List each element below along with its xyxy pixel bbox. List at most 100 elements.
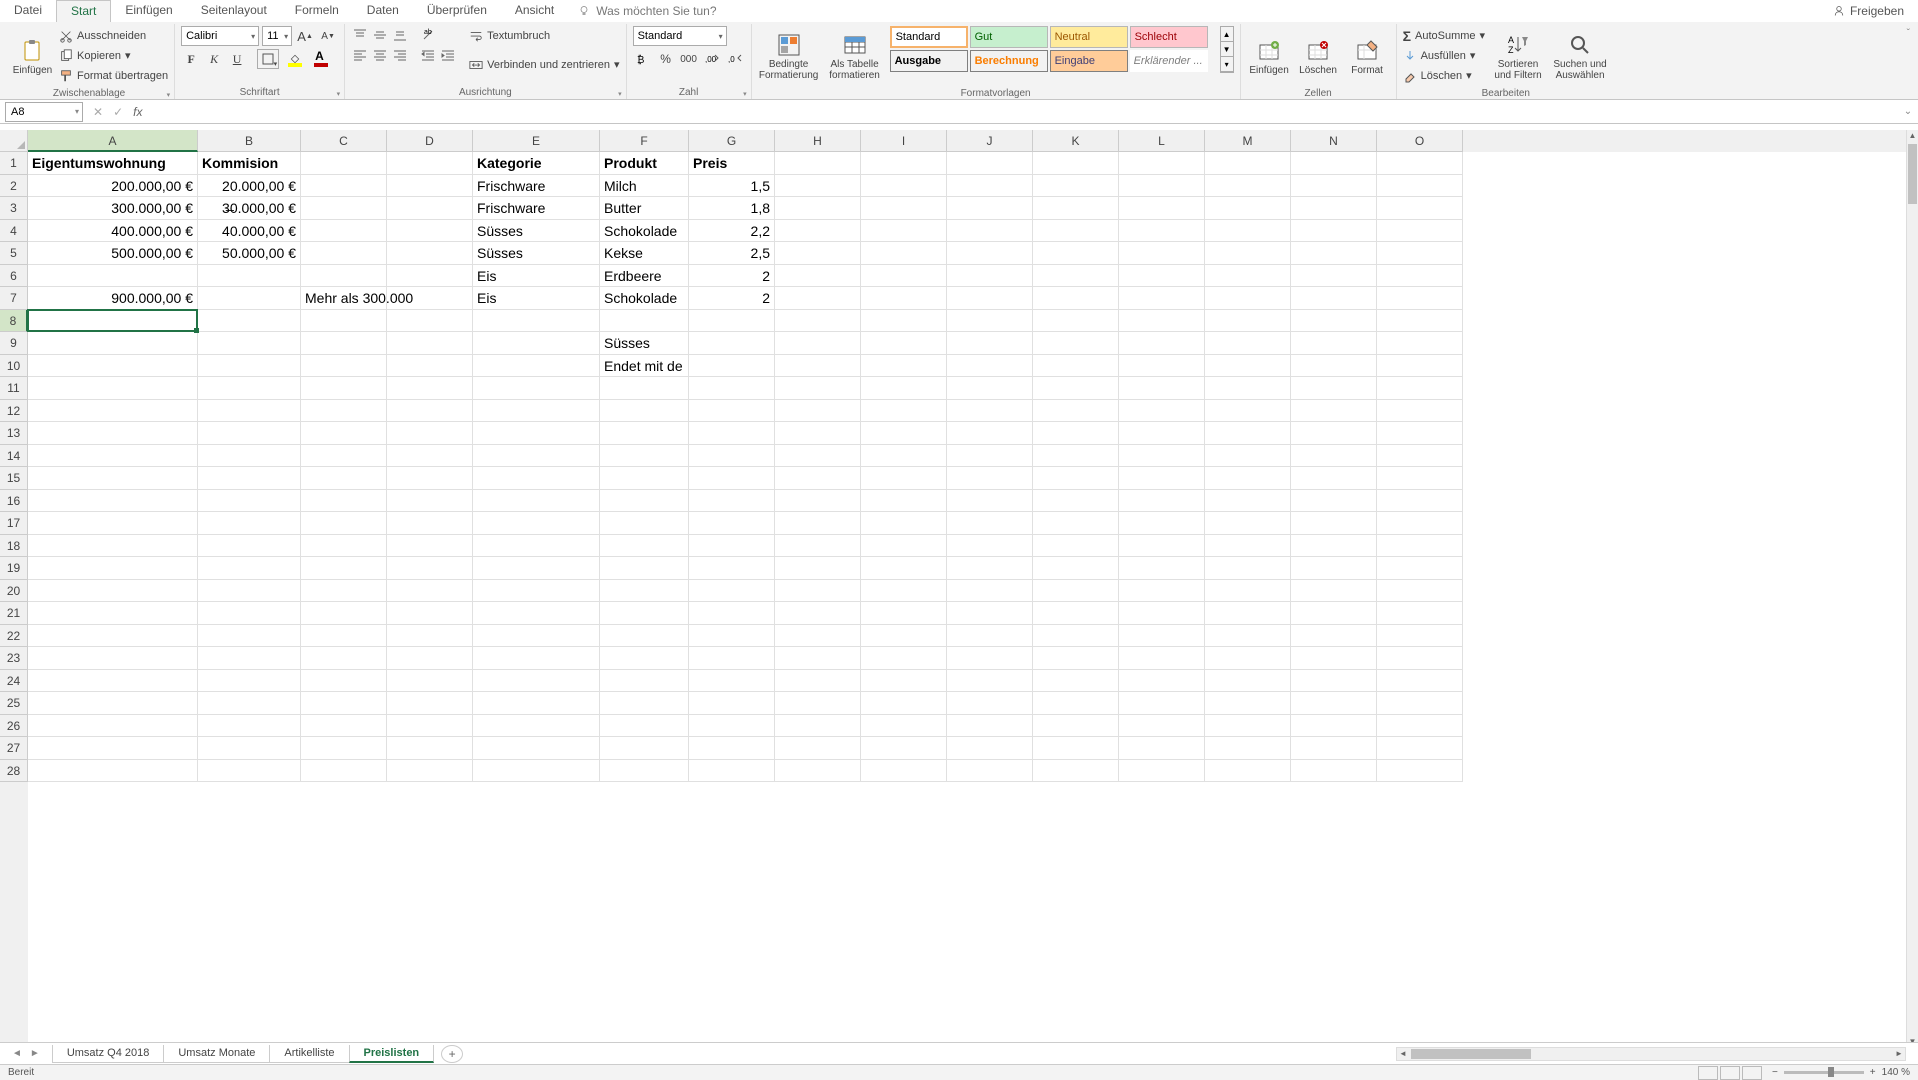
cell-D2[interactable] [387,175,473,198]
cell-M14[interactable] [1205,445,1291,468]
cell-D17[interactable] [387,512,473,535]
cell-G12[interactable] [689,400,775,423]
cell-J4[interactable] [947,220,1033,243]
cell-E13[interactable] [473,422,600,445]
cell-E21[interactable] [473,602,600,625]
col-header-C[interactable]: C [301,130,387,152]
cell-K16[interactable] [1033,490,1119,513]
cell-C1[interactable] [301,152,387,175]
row-header-14[interactable]: 14 [0,445,28,468]
cell-L27[interactable] [1119,737,1205,760]
cell-D4[interactable] [387,220,473,243]
bold-button[interactable]: F [181,49,201,69]
cell-A8[interactable] [28,310,198,333]
cell-D25[interactable] [387,692,473,715]
cell-I6[interactable] [861,265,947,288]
cell-L25[interactable] [1119,692,1205,715]
cell-L19[interactable] [1119,557,1205,580]
cell-O17[interactable] [1377,512,1463,535]
cell-I18[interactable] [861,535,947,558]
sheet-tab-artikelliste[interactable]: Artikelliste [269,1045,349,1063]
cell-O21[interactable] [1377,602,1463,625]
style-gallery-spinner[interactable]: ▲▼▾ [1220,26,1234,73]
col-header-M[interactable]: M [1205,130,1291,152]
cell-H10[interactable] [775,355,861,378]
cell-H21[interactable] [775,602,861,625]
cell-N8[interactable] [1291,310,1377,333]
cell-A13[interactable] [28,422,198,445]
cell-D24[interactable] [387,670,473,693]
decrease-indent-button[interactable] [419,46,437,64]
cell-A6[interactable] [28,265,198,288]
cell-K22[interactable] [1033,625,1119,648]
cell-B5[interactable]: 50.000,00 € [198,242,301,265]
cell-N7[interactable] [1291,287,1377,310]
cell-L1[interactable] [1119,152,1205,175]
cell-G7[interactable]: 2 [689,287,775,310]
cell-I15[interactable] [861,467,947,490]
cell-O2[interactable] [1377,175,1463,198]
tell-me-search[interactable]: Was möchten Sie tun? [568,0,726,22]
cell-G4[interactable]: 2,2 [689,220,775,243]
cell-K12[interactable] [1033,400,1119,423]
cell-D14[interactable] [387,445,473,468]
cell-F1[interactable]: Produkt [600,152,689,175]
cell-H25[interactable] [775,692,861,715]
col-header-I[interactable]: I [861,130,947,152]
cell-C20[interactable] [301,580,387,603]
paste-button[interactable]: Einfügen [10,26,55,88]
cell-L6[interactable] [1119,265,1205,288]
cell-I4[interactable] [861,220,947,243]
cell-K5[interactable] [1033,242,1119,265]
cell-B4[interactable]: 40.000,00 € [198,220,301,243]
row-header-4[interactable]: 4 [0,220,28,243]
row-header-18[interactable]: 18 [0,535,28,558]
cell-B17[interactable] [198,512,301,535]
cell-G19[interactable] [689,557,775,580]
cell-N5[interactable] [1291,242,1377,265]
cell-J15[interactable] [947,467,1033,490]
cell-J6[interactable] [947,265,1033,288]
cell-J11[interactable] [947,377,1033,400]
cell-J3[interactable] [947,197,1033,220]
cell-I23[interactable] [861,647,947,670]
cells-area[interactable]: EigentumswohnungKommisionKategorieProduk… [28,152,1906,1048]
cell-N28[interactable] [1291,760,1377,783]
cell-C2[interactable] [301,175,387,198]
cell-L2[interactable] [1119,175,1205,198]
cell-H19[interactable] [775,557,861,580]
cell-H22[interactable] [775,625,861,648]
cell-I7[interactable] [861,287,947,310]
cell-C25[interactable] [301,692,387,715]
cell-A4[interactable]: 400.000,00 € [28,220,198,243]
style-standard[interactable]: Standard [890,26,968,48]
cell-C12[interactable] [301,400,387,423]
cell-N3[interactable] [1291,197,1377,220]
number-format-combo[interactable]: Standard [633,26,727,46]
cell-M27[interactable] [1205,737,1291,760]
cell-J9[interactable] [947,332,1033,355]
cell-K2[interactable] [1033,175,1119,198]
cell-N19[interactable] [1291,557,1377,580]
cell-B8[interactable] [198,310,301,333]
cell-A27[interactable] [28,737,198,760]
cell-F13[interactable] [600,422,689,445]
cell-O19[interactable] [1377,557,1463,580]
spreadsheet-grid[interactable]: ABCDEFGHIJKLMNO 123456789101112131415161… [0,130,1918,1048]
cell-J7[interactable] [947,287,1033,310]
cell-E10[interactable] [473,355,600,378]
cell-G17[interactable] [689,512,775,535]
cell-D28[interactable] [387,760,473,783]
cell-E28[interactable] [473,760,600,783]
cell-B25[interactable] [198,692,301,715]
cell-H3[interactable] [775,197,861,220]
row-header-9[interactable]: 9 [0,332,28,355]
cell-K21[interactable] [1033,602,1119,625]
row-header-16[interactable]: 16 [0,490,28,513]
cell-L12[interactable] [1119,400,1205,423]
cell-C7[interactable]: Mehr als 300.000 [301,287,387,310]
align-center-button[interactable] [371,46,389,64]
cell-G20[interactable] [689,580,775,603]
insert-cells-button[interactable]: Einfügen [1247,26,1292,88]
cell-K13[interactable] [1033,422,1119,445]
